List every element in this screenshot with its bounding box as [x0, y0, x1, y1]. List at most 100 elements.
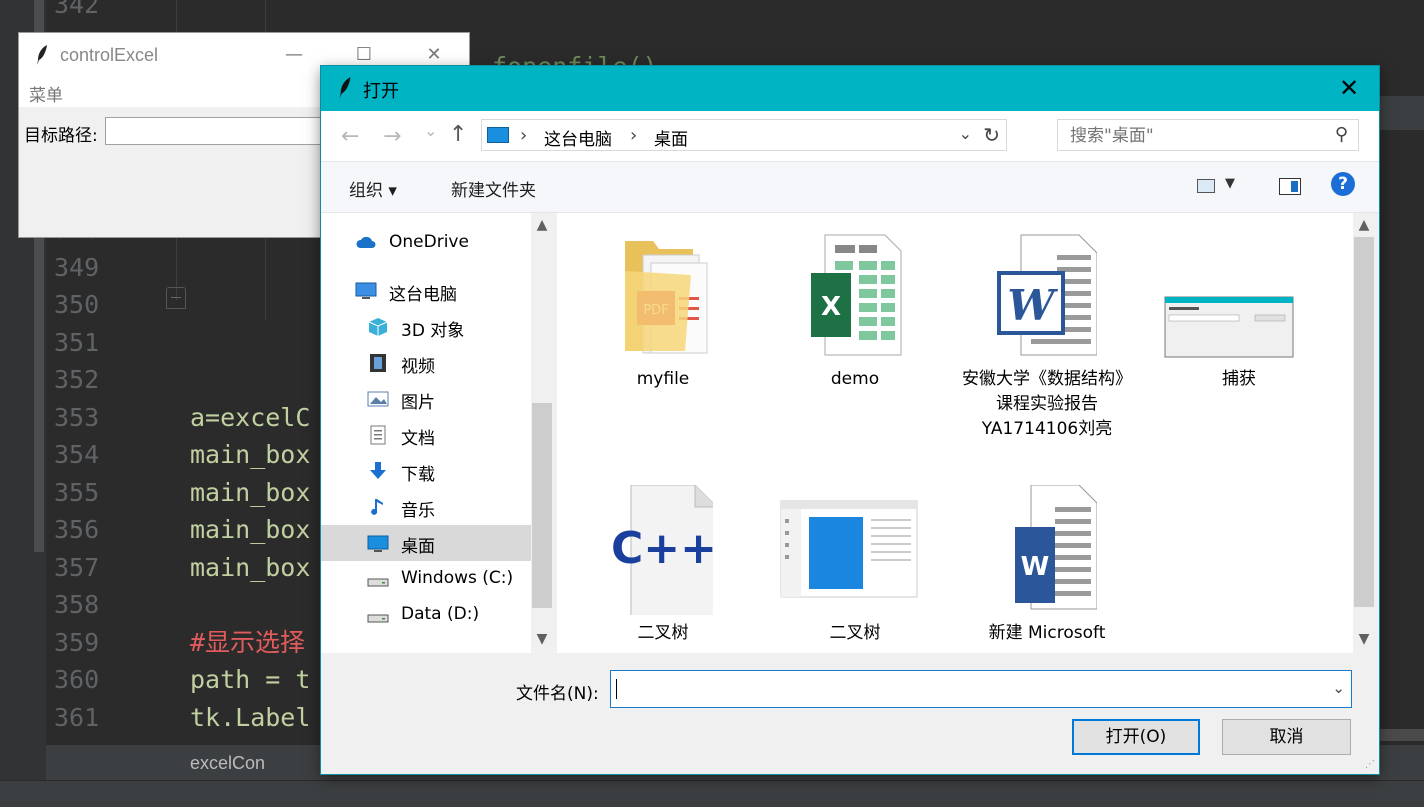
line-number: 349 [54, 252, 100, 282]
code-line[interactable]: main_box [190, 436, 310, 474]
line-number: 361 [54, 702, 100, 732]
maximize-button[interactable]: ☐ [349, 43, 379, 67]
close-button[interactable]: ✕ [1329, 74, 1369, 102]
dialog-footer: 文件名(N): ⌄ 打开(O) 取消 ⋰ [321, 653, 1379, 774]
line-number: 350 [54, 290, 100, 319]
open-file-dialog: 打开 ✕ ← → ⌄ ↑ › 这台电脑 › 桌面 ⌄ ↻ ⚲ 组织 ▾ 新建文件… [321, 66, 1379, 774]
dialog-title-bar[interactable]: 打开 ✕ [321, 66, 1379, 111]
file-name: 二叉树 [637, 623, 689, 643]
help-icon[interactable]: ? [1331, 172, 1355, 196]
line-number: 351 [54, 327, 100, 357]
line-number: 357 [54, 552, 100, 582]
sidebar-item[interactable]: 文档 [321, 417, 531, 453]
code-line[interactable] [190, 249, 310, 287]
scroll-thumb[interactable] [532, 403, 552, 608]
minimize-button[interactable]: — [279, 43, 309, 67]
scroll-thumb[interactable] [1354, 237, 1374, 607]
code-line[interactable]: main_box [190, 474, 310, 512]
code-line[interactable]: main_box [190, 549, 310, 587]
window-image-icon [780, 500, 918, 598]
file-name: 捕获 [1222, 369, 1256, 389]
sidebar-item-label: 图片 [401, 393, 435, 413]
close-button[interactable]: ✕ [419, 43, 449, 67]
view-options-icon[interactable] [1197, 179, 1215, 193]
sidebar-item[interactable]: Windows (C:) [321, 561, 531, 597]
recent-locations-button[interactable]: ⌄ [424, 121, 437, 140]
sidebar-item[interactable]: 桌面 [321, 525, 531, 561]
editor-scroll-strip [1378, 729, 1424, 741]
filename-label: 文件名(N): [516, 684, 599, 704]
sidebar-item[interactable]: OneDrive [321, 225, 531, 261]
window-title: controlExcel [60, 45, 159, 65]
code-line[interactable]: tk.Label [190, 699, 310, 737]
breadcrumb-this-pc[interactable]: 这台电脑 [544, 125, 612, 150]
sidebar-item[interactable]: 音乐 [321, 489, 531, 525]
chevron-down-icon[interactable]: ⌄ [1332, 679, 1345, 697]
refresh-icon[interactable]: ↻ [983, 123, 1000, 147]
sidebar-item[interactable]: Data (D:) [321, 597, 531, 633]
word-file-icon: W [1015, 485, 1097, 610]
sidebar-item[interactable]: 3D 对象 [321, 309, 531, 345]
file-list-scrollbar[interactable]: ▲ ▼ [1353, 213, 1375, 653]
search-box: ⚲ [1057, 119, 1359, 152]
up-button[interactable]: ↑ [449, 122, 467, 147]
line-number: 354 [54, 440, 100, 469]
sidebar-item[interactable]: 图片 [321, 381, 531, 417]
view-dropdown-icon[interactable]: ▼ [1225, 176, 1235, 191]
preview-pane-icon[interactable] [1279, 178, 1301, 195]
sidebar-item-label: 文档 [401, 429, 435, 449]
file-name: 二叉树 [829, 623, 881, 643]
code-line[interactable]: path = t [190, 661, 310, 699]
bottom-tab[interactable]: excelCon [190, 753, 265, 774]
chevron-right-icon[interactable]: › [630, 125, 637, 146]
scroll-down-icon[interactable]: ▼ [531, 631, 553, 647]
code-line[interactable] [190, 286, 310, 324]
sidebar-item[interactable]: 下载 [321, 453, 531, 489]
download-icon [370, 462, 386, 479]
new-folder-button[interactable]: 新建文件夹 [451, 176, 536, 201]
address-bar[interactable]: › 这台电脑 › 桌面 ⌄ ↻ [481, 119, 1007, 151]
code-line[interactable] [190, 586, 310, 624]
status-bar [0, 780, 1424, 807]
menu-item[interactable]: 菜单 [29, 81, 63, 106]
scroll-up-icon[interactable]: ▲ [1353, 217, 1375, 233]
text-caret [616, 679, 617, 699]
sidebar-item-label: 桌面 [401, 537, 435, 557]
open-button[interactable]: 打开(O) [1072, 719, 1200, 755]
line-number: 360 [54, 665, 100, 694]
chevron-down-icon[interactable]: ⌄ [959, 124, 972, 143]
code-line[interactable]: a=excelC [190, 399, 310, 437]
code-line[interactable]: #显示选择 [190, 624, 310, 662]
line-number: 356 [54, 515, 100, 544]
sidebar-item-label: 下载 [401, 465, 435, 485]
filename-input[interactable] [611, 671, 1319, 709]
computer-icon [355, 282, 377, 299]
code-line[interactable] [190, 324, 310, 362]
breadcrumb-desktop[interactable]: 桌面 [654, 125, 688, 150]
chevron-right-icon[interactable]: › [520, 125, 527, 146]
search-input[interactable] [1058, 120, 1332, 152]
cancel-button[interactable]: 取消 [1222, 719, 1351, 755]
resize-grip-icon[interactable]: ⋰ [1365, 759, 1375, 770]
code-line[interactable]: main_box [190, 511, 310, 549]
word-file-icon: W [997, 234, 1097, 356]
code-line[interactable] [190, 361, 310, 399]
sidebar-item[interactable]: 视频 [321, 345, 531, 381]
path-input[interactable] [105, 117, 325, 145]
line-number: 358 [54, 590, 100, 619]
sidebar-scrollbar[interactable]: ▲ ▼ [531, 213, 553, 653]
back-button[interactable]: ← [341, 124, 359, 149]
line-number: 342 [54, 0, 100, 19]
line-number: 352 [54, 365, 100, 394]
organize-menu[interactable]: 组织 ▾ [349, 176, 397, 201]
forward-button[interactable]: → [383, 124, 401, 149]
scroll-down-icon[interactable]: ▼ [1353, 631, 1375, 647]
film-icon [370, 354, 386, 372]
code-line[interactable] [190, 0, 310, 24]
fold-marker[interactable] [166, 287, 186, 309]
computer-icon [487, 127, 509, 143]
search-icon[interactable]: ⚲ [1335, 124, 1348, 145]
sidebar-item[interactable]: 这台电脑 [321, 273, 531, 309]
scroll-up-icon[interactable]: ▲ [531, 217, 553, 233]
drive-icon [367, 578, 389, 587]
